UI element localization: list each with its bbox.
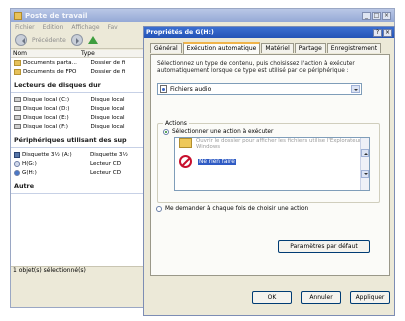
explorer-file-list: Nom Type Documents parta... Dossier de f… bbox=[11, 50, 151, 275]
floppy-icon bbox=[14, 151, 20, 158]
actions-legend: Actions bbox=[163, 120, 189, 127]
apply-button[interactable]: Appliquer bbox=[350, 291, 390, 304]
group-header-other: Autre bbox=[11, 177, 146, 194]
list-item[interactable]: Disque local (F:) Disque local bbox=[11, 122, 150, 131]
group-header-hard-disks: Lecteurs de disques dur bbox=[11, 76, 146, 93]
audio-file-icon bbox=[160, 85, 167, 93]
tab-recording[interactable]: Enregistrement bbox=[326, 43, 382, 53]
menu-file[interactable]: Fichier bbox=[15, 24, 35, 31]
scroll-up-icon[interactable] bbox=[361, 149, 369, 157]
content-type-select[interactable]: Fichiers audio bbox=[157, 83, 362, 95]
tab-hardware[interactable]: Matériel bbox=[261, 43, 294, 53]
back-label[interactable]: Précédente bbox=[32, 37, 66, 44]
folder-icon bbox=[179, 138, 192, 148]
explorer-title: Poste de travail bbox=[25, 11, 88, 20]
select-action-option[interactable]: Sélectionner une action à exécuter bbox=[163, 129, 273, 135]
no-action-icon bbox=[179, 155, 192, 168]
hard-disk-icon bbox=[14, 124, 21, 129]
list-item[interactable]: Documents de FPO Dossier de fi bbox=[11, 67, 150, 76]
folder-icon bbox=[14, 68, 21, 75]
explorer-titlebar[interactable]: Poste de travail _ □ × bbox=[11, 9, 394, 22]
chevron-down-icon[interactable] bbox=[351, 85, 360, 93]
action-list-scrollbar[interactable] bbox=[360, 138, 369, 190]
dialog-titlebar[interactable]: Propriétés de G(H:) ? × bbox=[144, 27, 394, 38]
close-button[interactable]: × bbox=[382, 11, 391, 20]
list-header: Nom Type bbox=[11, 50, 150, 58]
forward-icon[interactable] bbox=[70, 34, 83, 46]
tab-strip: Général Exécution automatique Matériel P… bbox=[144, 38, 394, 54]
hard-disk-icon bbox=[14, 106, 21, 111]
group-header-removable: Périphériques utilisant des sup bbox=[11, 131, 146, 148]
dialog-window-controls: ? × bbox=[373, 28, 392, 37]
tab-sharing[interactable]: Partage bbox=[294, 43, 326, 53]
action-open-folder-label: Ouvrir le dossier pour afficher les fich… bbox=[196, 138, 362, 150]
radio-selected[interactable] bbox=[163, 129, 169, 135]
list-item[interactable]: Ouvrir le dossier pour afficher les fich… bbox=[175, 138, 369, 152]
maximize-button[interactable]: □ bbox=[372, 11, 381, 20]
ok-button[interactable]: OK bbox=[252, 291, 292, 304]
dialog-title: Propriétés de G(H:) bbox=[146, 29, 214, 36]
menu-edit[interactable]: Edition bbox=[43, 24, 64, 31]
dialog-close-button[interactable]: × bbox=[383, 28, 392, 37]
tab-general[interactable]: Général bbox=[150, 43, 182, 53]
list-item[interactable]: Disque local (D:) Disque local bbox=[11, 104, 150, 113]
back-icon[interactable] bbox=[15, 34, 27, 46]
action-do-nothing-label: Ne rien faire bbox=[198, 158, 236, 165]
restore-defaults-button[interactable]: Paramètres par défaut bbox=[278, 240, 370, 253]
tab-autoplay[interactable]: Exécution automatique bbox=[182, 42, 261, 54]
list-item[interactable]: Disque local (E:) Disque local bbox=[11, 113, 150, 122]
menu-view[interactable]: Affichage bbox=[71, 24, 99, 31]
list-item[interactable]: Ne rien faire bbox=[175, 152, 369, 171]
list-item[interactable]: G(H:) Lecteur CD bbox=[11, 168, 150, 177]
cancel-button[interactable]: Annuler bbox=[301, 291, 341, 304]
column-type[interactable]: Type bbox=[79, 50, 139, 57]
ask-every-time-label: Me demander à chaque fois de choisir une… bbox=[165, 206, 309, 212]
minimize-button[interactable]: _ bbox=[362, 11, 371, 20]
hard-disk-icon bbox=[14, 115, 21, 120]
actions-group: Actions Sélectionner une action à exécut… bbox=[157, 120, 380, 203]
content-type-description: Sélectionnez un type de contenu, puis ch… bbox=[157, 61, 355, 74]
help-button[interactable]: ? bbox=[373, 28, 382, 37]
action-list[interactable]: Ouvrir le dossier pour afficher les fich… bbox=[174, 137, 370, 191]
folder-icon bbox=[14, 59, 21, 66]
properties-dialog: Propriétés de G(H:) ? × Général Exécutio… bbox=[143, 26, 395, 316]
content-type-value: Fichiers audio bbox=[170, 85, 212, 93]
select-action-label: Sélectionner une action à exécuter bbox=[172, 129, 274, 135]
menu-favorites[interactable]: Fav bbox=[108, 24, 118, 31]
list-item[interactable]: Documents parta... Dossier de fi bbox=[11, 58, 150, 67]
cd-drive-icon bbox=[14, 160, 20, 167]
list-item[interactable]: Disquette 3½ (A:) Disquette 3½ bbox=[11, 150, 150, 159]
column-name[interactable]: Nom bbox=[11, 50, 79, 57]
ask-every-time-option[interactable]: Me demander à chaque fois de choisir une… bbox=[156, 206, 308, 212]
computer-icon bbox=[14, 11, 22, 20]
up-folder-icon[interactable] bbox=[87, 36, 98, 44]
cd-drive-icon bbox=[14, 169, 20, 176]
explorer-window-controls: _ □ × bbox=[362, 11, 391, 20]
list-item[interactable]: H(G:) Lecteur CD bbox=[11, 159, 150, 168]
hard-disk-icon bbox=[14, 97, 21, 102]
list-item[interactable]: Disque local (C:) Disque local bbox=[11, 95, 150, 104]
radio-unselected[interactable] bbox=[156, 206, 162, 212]
scroll-down-icon[interactable] bbox=[361, 170, 369, 178]
status-bar: 1 objet(s) sélectionné(s) bbox=[11, 266, 151, 275]
